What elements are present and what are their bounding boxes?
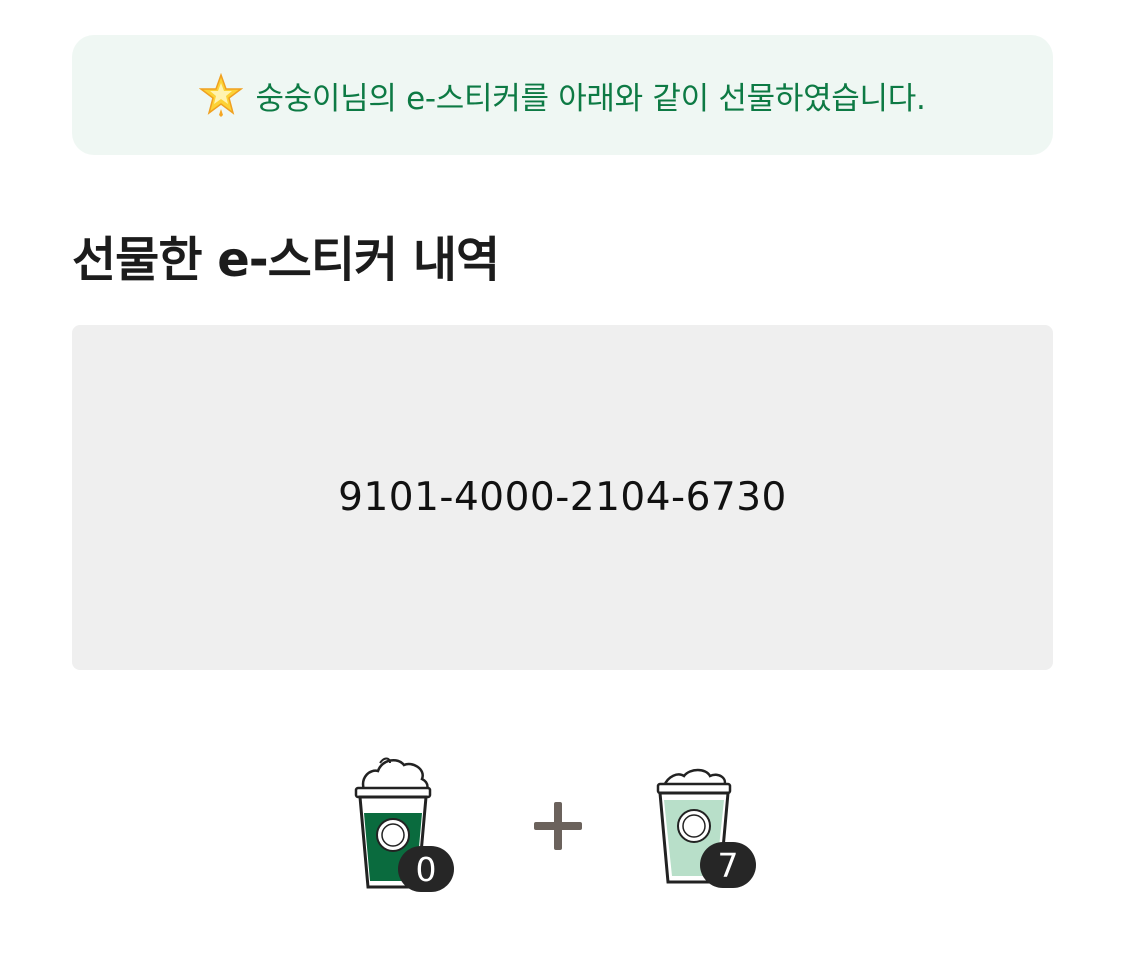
sticker-count-badge: 0 <box>398 846 454 892</box>
sticker-summary: 0 7 <box>0 750 1125 910</box>
page: 숭숭이님의 e-스티커를 아래와 같이 선물하였습니다. 선물한 e-스티커 내… <box>0 0 1125 972</box>
section-title: 선물한 e-스티커 내역 <box>72 232 500 288</box>
glowing-star-icon <box>199 72 244 117</box>
gift-code-box: 9101-4000-2104-6730 <box>72 325 1053 670</box>
sticker-count-badge: 7 <box>700 842 756 888</box>
plus-icon <box>530 798 586 854</box>
gift-code: 9101-4000-2104-6730 <box>338 475 787 520</box>
gift-confirmation-message: 숭숭이님의 e-스티커를 아래와 같이 선물하였습니다. <box>255 80 926 117</box>
gift-confirmation-banner: 숭숭이님의 e-스티커를 아래와 같이 선물하였습니다. <box>72 35 1053 155</box>
